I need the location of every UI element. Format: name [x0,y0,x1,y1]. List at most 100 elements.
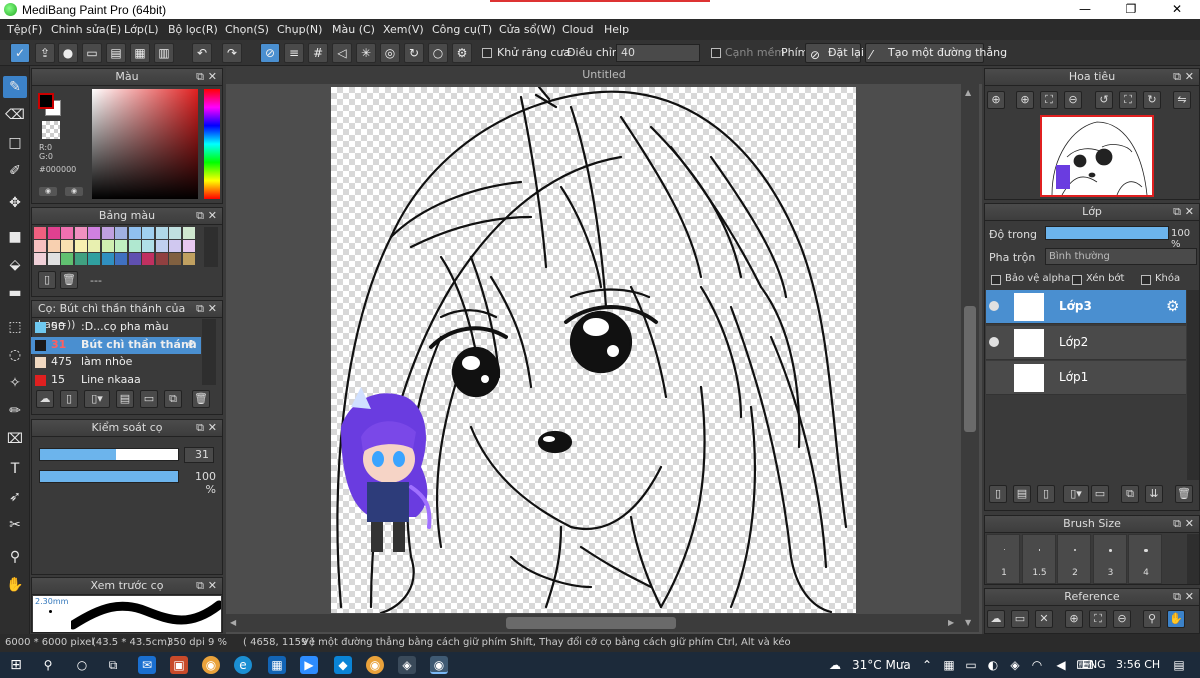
notification-icon[interactable]: ▤ [1170,656,1188,674]
straight-line-button[interactable]: ⁄ Tạo một đường thẳng [865,43,1007,63]
snap-circle-icon[interactable]: ◎ [380,43,400,63]
reference-zoom-out-icon[interactable]: ⊖ [1113,610,1131,628]
delete-layer-icon[interactable]: 🗑 [1175,485,1193,503]
undock-icon[interactable]: ⧉ [196,301,204,317]
foreground-color-swatch[interactable] [38,93,54,109]
brush-size-value[interactable]: 31 [184,447,214,463]
brush-opacity-slider[interactable] [39,470,179,483]
palette-swatch[interactable] [88,227,100,239]
dot-tool-icon[interactable]: □ [3,132,27,154]
palette-swatch[interactable] [142,227,154,239]
layer-visibility-icon[interactable] [989,301,999,311]
add-brush-menu-icon[interactable]: ▯▾ [84,390,110,408]
medibang-taskbar-icon[interactable]: ◉ [430,656,448,674]
layer-list-scrollbar[interactable] [1187,290,1199,480]
fit-window-icon[interactable]: ⛶ [1040,91,1058,109]
reference-fit-icon[interactable]: ⛶ [1089,610,1107,628]
select-eraser-tool-icon[interactable]: ⌧ [3,428,27,450]
palette-swatch[interactable] [88,240,100,252]
snap-settings-icon[interactable]: ⚙ [452,43,472,63]
zoom-fit-icon[interactable]: ⊕ [987,91,1005,109]
palette-swatch[interactable] [47,240,60,252]
undock-icon[interactable]: ⧉ [196,69,204,85]
brush-size-cell[interactable]: 4 [1128,534,1162,584]
new-halftone-layer-icon[interactable]: ▤ [1013,485,1031,503]
eraser-tool-icon[interactable]: ⌫ [3,104,27,126]
brush-mode-icon[interactable]: ✓ [10,43,30,63]
magic-wand-tool-icon[interactable]: ✧ [3,372,27,394]
reference-open-icon[interactable]: ▭ [1011,610,1029,628]
scroll-down-icon[interactable]: ▼ [965,618,975,628]
reference-cloud-icon[interactable]: ☁ [987,610,1005,628]
menu-edit[interactable]: Chỉnh sửa(E) [51,23,121,36]
new-brush-icon[interactable]: ▯ [60,390,78,408]
palette-swatch[interactable] [169,240,181,252]
palette-swatch[interactable] [128,240,141,252]
soft-edge-checkbox[interactable] [711,48,721,58]
select-tool-icon[interactable]: ⬚ [3,316,27,338]
operation-tool-icon[interactable]: ➶ [3,486,27,508]
snap-grid-icon[interactable]: # [308,43,328,63]
layer-opacity-slider[interactable] [1045,226,1169,240]
tray-messenger-icon[interactable]: ◈ [1006,656,1024,674]
menu-capture[interactable]: Chụp(N) [277,23,322,36]
edge-icon[interactable]: e [234,656,252,674]
palette-swatch[interactable] [182,240,195,252]
network-tray-icon[interactable]: ▦ [940,656,958,674]
snap-radial-icon[interactable]: ✳ [356,43,376,63]
panel-close-icon[interactable]: ✕ [1185,589,1194,605]
brush-size-cell[interactable]: 2 [1057,534,1091,584]
palette-swatch[interactable] [182,253,195,265]
layer-visibility-icon[interactable] [989,336,999,347]
undock-icon[interactable]: ⧉ [1173,204,1181,220]
panel-close-icon[interactable]: ✕ [208,420,217,436]
zoom-in-icon[interactable]: ⊕ [1016,91,1034,109]
menu-file[interactable]: Tệp(F) [7,23,42,36]
reset-button[interactable]: ⊘ Đặt lại [805,43,864,63]
menu-select[interactable]: Chọn(S) [225,23,269,36]
comment-icon[interactable]: ● [58,43,78,63]
undock-icon[interactable]: ⧉ [196,208,204,224]
cortana-icon[interactable]: ○ [73,656,91,674]
zoom-app-icon[interactable]: ▶ [300,656,318,674]
layer-row[interactable]: Lớp2 [986,325,1186,360]
brush-list-item[interactable]: 31 Bút chì thần thánh ⚙ [31,336,201,354]
menu-filter[interactable]: Bộ lọc(R) [168,23,218,36]
reset-view-icon[interactable]: ⛶ [1119,91,1137,109]
layer-settings-icon[interactable]: ⚙ [1166,297,1179,315]
palette-swatch[interactable] [101,240,114,252]
scroll-left-icon[interactable]: ◀ [230,618,236,627]
minimize-button[interactable]: — [1062,0,1108,19]
snap-ellipse-icon[interactable]: ○ [428,43,448,63]
protect-alpha-checkbox[interactable] [991,275,1001,285]
pages-icon[interactable]: ▦ [130,43,150,63]
brush-size-cell[interactable]: 1.5 [1021,534,1056,584]
zoom-out-icon[interactable]: ⊖ [1064,91,1082,109]
merge-layer-icon[interactable]: ⇊ [1145,485,1163,503]
undock-icon[interactable]: ⧉ [1173,69,1181,85]
add-layer-menu-icon[interactable]: ▯▾ [1063,485,1089,503]
undock-icon[interactable]: ⧉ [196,578,204,594]
menu-window[interactable]: Cửa sổ(W) [499,23,556,36]
palette-swatch[interactable] [155,240,168,252]
lock-checkbox[interactable] [1141,275,1151,285]
hand-tool-icon[interactable]: ✋ [3,574,27,596]
palette-swatch[interactable] [34,240,46,252]
speech-icon[interactable]: ▭ [82,43,102,63]
scroll-right-icon[interactable]: ▶ [948,618,954,627]
eyedropper-tool-icon[interactable]: ⚲ [3,546,27,568]
palette-scrollbar[interactable] [204,227,218,267]
palette-swatch[interactable] [74,227,87,239]
palette-swatch[interactable] [115,240,127,252]
palette-swatch[interactable] [182,227,195,239]
snap-curve-icon[interactable]: ↻ [404,43,424,63]
panel-close-icon[interactable]: ✕ [208,578,217,594]
store-icon[interactable]: ▦ [268,656,286,674]
vertical-scroll-thumb[interactable] [964,306,976,432]
undock-icon[interactable]: ⧉ [1173,516,1181,532]
snap-vanish-icon[interactable]: ◁ [332,43,352,63]
horizontal-scrollbar[interactable]: ◀ ▶ [226,614,961,632]
drawing-canvas[interactable] [331,87,856,613]
palette-swatch[interactable] [169,253,181,265]
bucket-tool-icon[interactable]: ⬙ [3,254,27,276]
